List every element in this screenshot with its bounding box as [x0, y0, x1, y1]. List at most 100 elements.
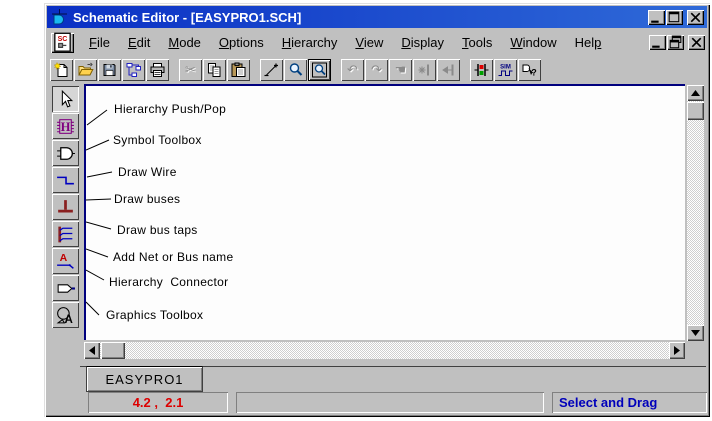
- redo-button[interactable]: ↷: [365, 59, 388, 81]
- zoom-in-out-button[interactable]: [260, 59, 283, 81]
- main-area: H A A Hierarchy Push/Pop Symbol Toolbox: [47, 84, 707, 361]
- horizontal-scrollbar[interactable]: [84, 342, 685, 359]
- sheet-tab-easypro1[interactable]: EASYPRO1: [86, 366, 203, 392]
- open-button[interactable]: [74, 59, 97, 81]
- copy-icon: [206, 62, 223, 78]
- new-button[interactable]: [50, 59, 73, 81]
- draw-bus-taps-button[interactable]: [52, 221, 79, 247]
- stretch-wire-button[interactable]: [413, 59, 436, 81]
- net-name-icon: A: [55, 251, 76, 272]
- restore-icon: [667, 35, 684, 50]
- symbol-toolbox-button[interactable]: [52, 140, 79, 166]
- connector-flag-icon: [55, 278, 76, 299]
- annotation-hierarchy-connector: Hierarchy Connector: [109, 275, 228, 289]
- vertical-scrollbar[interactable]: [687, 85, 704, 341]
- scroll-left-button[interactable]: [84, 342, 100, 359]
- menu-hierarchy[interactable]: Hierarchy: [273, 33, 347, 52]
- draw-buses-button[interactable]: [52, 194, 79, 220]
- horizontal-scroll-thumb[interactable]: [101, 342, 125, 359]
- save-button[interactable]: [98, 59, 121, 81]
- svg-text:A: A: [64, 313, 73, 325]
- paste-button[interactable]: [227, 59, 250, 81]
- hierarchy-navigator-button[interactable]: [122, 59, 145, 81]
- status-mode: Select and Drag: [552, 392, 707, 413]
- hand-icon: ☚: [395, 64, 407, 77]
- document-control-menu[interactable]: SC: [51, 33, 74, 53]
- status-bar: 4.2 , 2.1 Select and Drag: [47, 391, 707, 414]
- select-arrow-icon: [55, 89, 76, 110]
- save-floppy-icon: [101, 62, 118, 78]
- maximize-button[interactable]: [666, 10, 683, 25]
- menu-mode[interactable]: Mode: [159, 33, 210, 52]
- hierarchy-push-pop-button[interactable]: H: [52, 113, 79, 139]
- undo-icon: ↶: [347, 64, 358, 77]
- window-title: Schematic Editor - [EASYPRO1.SCH]: [73, 10, 301, 25]
- menu-edit[interactable]: Edit: [119, 33, 159, 52]
- context-help-button[interactable]: ?: [518, 59, 541, 81]
- menu-file[interactable]: File: [80, 33, 119, 52]
- title-bar[interactable]: Schematic Editor - [EASYPRO1.SCH]: [47, 6, 707, 28]
- select-tool-button[interactable]: [52, 86, 79, 112]
- app-window: Schematic Editor - [EASYPRO1.SCH] SC Fil…: [44, 3, 710, 417]
- pan-hand-button[interactable]: ☚: [389, 59, 412, 81]
- svg-text:SIM: SIM: [500, 65, 511, 71]
- annotation-graphics-toolbox: Graphics Toolbox: [106, 308, 203, 322]
- gate-icon: [55, 143, 76, 164]
- annotation-symbol-toolbox: Symbol Toolbox: [113, 133, 202, 147]
- tool-palette: H A A: [52, 86, 80, 328]
- graphics-toolbox-button[interactable]: A: [52, 302, 79, 328]
- zoom-scale-icon: [263, 62, 280, 78]
- vertical-scroll-thumb[interactable]: [687, 102, 704, 120]
- bus-icon: [55, 197, 76, 218]
- scroll-down-button[interactable]: [687, 325, 704, 341]
- minimize-icon: [648, 10, 665, 25]
- schematic-canvas[interactable]: Hierarchy Push/Pop Symbol Toolbox Draw W…: [84, 84, 685, 340]
- toolbar: ✂ ↶ ↷ ☚ SIM ?: [47, 56, 707, 84]
- minimize-button[interactable]: [648, 10, 665, 25]
- child-minimize-button[interactable]: [649, 35, 666, 50]
- annotation-draw-wire: Draw Wire: [118, 165, 177, 179]
- annotation-draw-bus-taps: Draw bus taps: [117, 223, 198, 237]
- child-close-button[interactable]: [688, 35, 705, 50]
- annotation-draw-buses: Draw buses: [114, 192, 180, 206]
- annotation-add-net-name: Add Net or Bus name: [113, 250, 233, 264]
- zoom-magnify-button[interactable]: [284, 59, 307, 81]
- menu-tools[interactable]: Tools: [453, 33, 501, 52]
- down-arrow-icon: [691, 330, 700, 336]
- menu-view[interactable]: View: [346, 33, 392, 52]
- electrical-check-button[interactable]: [470, 59, 493, 81]
- copy-button[interactable]: [203, 59, 226, 81]
- simulator-button[interactable]: SIM: [494, 59, 517, 81]
- maximize-icon: [666, 10, 683, 25]
- app-icon[interactable]: [50, 8, 68, 26]
- scroll-up-button[interactable]: [687, 85, 704, 101]
- close-button[interactable]: [687, 10, 704, 25]
- connect-wire-button[interactable]: [437, 59, 460, 81]
- scissors-icon: ✂: [185, 64, 196, 77]
- draw-wire-button[interactable]: [52, 167, 79, 193]
- cut-button[interactable]: ✂: [179, 59, 202, 81]
- open-folder-icon: [77, 62, 94, 78]
- menu-window[interactable]: Window: [501, 33, 565, 52]
- child-restore-button[interactable]: [667, 35, 684, 50]
- scroll-right-button[interactable]: [669, 342, 685, 359]
- menu-options[interactable]: Options: [210, 33, 273, 52]
- callout-lines: [86, 86, 685, 340]
- minimize-icon: [649, 35, 666, 50]
- menu-help[interactable]: Help: [566, 33, 611, 52]
- left-arrow-icon: [89, 346, 95, 355]
- svg-text:A: A: [60, 251, 68, 263]
- annotation-hierarchy-push-pop: Hierarchy Push/Pop: [114, 102, 226, 116]
- clipboard-paste-icon: [230, 62, 247, 78]
- hierarchy-connector-button[interactable]: [52, 275, 79, 301]
- menu-bar: SC File Edit Mode Options Hierarchy View…: [47, 30, 707, 55]
- undo-button[interactable]: ↶: [341, 59, 364, 81]
- junction-bar-icon: [416, 62, 433, 78]
- connector-pins-icon: [473, 62, 490, 78]
- right-arrow-icon: [674, 346, 680, 355]
- zoom-window-button[interactable]: [308, 59, 331, 81]
- print-button[interactable]: [146, 59, 169, 81]
- add-net-name-button[interactable]: A: [52, 248, 79, 274]
- svg-text:SC: SC: [58, 36, 68, 43]
- menu-display[interactable]: Display: [392, 33, 453, 52]
